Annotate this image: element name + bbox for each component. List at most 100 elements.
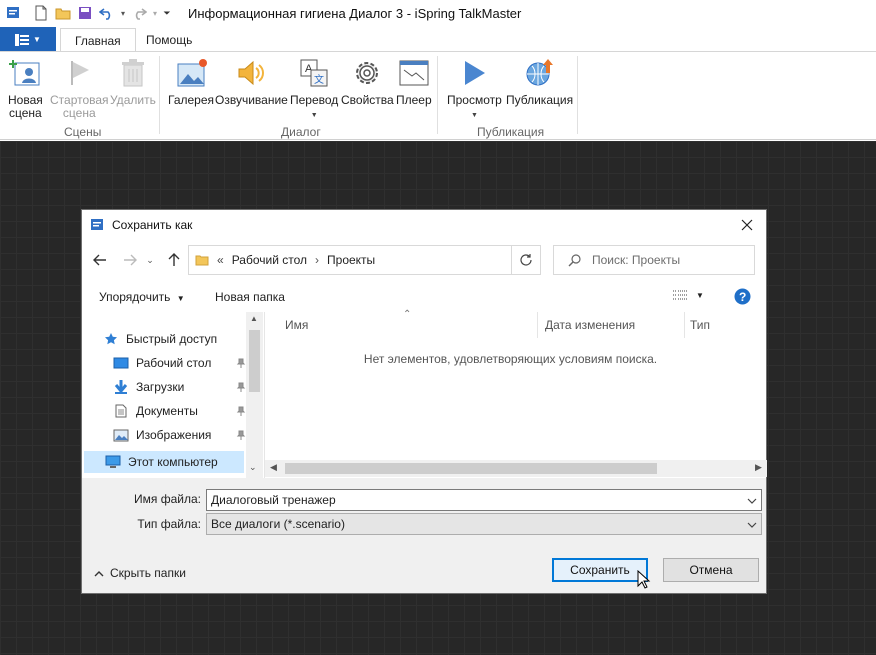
column-header-date[interactable]: Дата изменения: [545, 312, 635, 338]
save-button[interactable]: Сохранить: [552, 558, 648, 582]
up-button[interactable]: [164, 250, 184, 270]
nav-quick-access[interactable]: Быстрый доступ: [102, 328, 246, 350]
breadcrumb-separator: ›: [315, 253, 320, 267]
nav-item-label: Загрузки: [136, 380, 185, 394]
filetype-select[interactable]: Все диалоги (*.scenario): [206, 513, 762, 535]
nav-item-label: Изображения: [136, 428, 212, 442]
filename-input[interactable]: Диалоговый тренажер: [206, 489, 762, 511]
open-folder-icon[interactable]: [52, 2, 74, 24]
nav-item-pictures[interactable]: Изображения: [112, 424, 246, 446]
scroll-left-icon[interactable]: ◀: [270, 462, 277, 473]
new-scene-button[interactable]: Новая сцена: [8, 56, 43, 120]
refresh-button[interactable]: [511, 245, 541, 275]
filetype-label: Тип файла:: [137, 517, 201, 531]
ribbon-separator: [437, 56, 438, 134]
voiceover-label: Озвучивание: [215, 93, 288, 107]
translate-icon: A文: [297, 56, 331, 90]
window-title: Информационная гигиена Диалог 3 - iSprin…: [188, 5, 522, 21]
tab-help[interactable]: Помощь: [132, 28, 206, 52]
forward-button[interactable]: [120, 250, 140, 270]
start-scene-button[interactable]: Стартовая сцена: [50, 56, 109, 120]
column-header-type[interactable]: Тип: [690, 312, 710, 338]
view-options-button[interactable]: ▼: [672, 289, 704, 301]
help-button[interactable]: ?: [734, 288, 751, 308]
publish-button[interactable]: Публикация: [506, 56, 573, 107]
save-icon[interactable]: [74, 2, 96, 24]
player-label: Плеер: [396, 93, 432, 107]
breadcrumb-desktop[interactable]: Рабочий стол: [232, 253, 307, 267]
group-label-scenes: Сцены: [64, 125, 102, 139]
new-folder-button[interactable]: Новая папка: [215, 290, 285, 304]
breadcrumb-projects[interactable]: Проекты: [327, 253, 375, 267]
properties-label: Свойства: [341, 93, 394, 107]
nav-this-pc[interactable]: Этот компьютер: [84, 451, 244, 473]
voiceover-button[interactable]: Озвучивание: [215, 56, 288, 107]
file-list: ⌃ Имя Дата изменения Тип Нет элементов, …: [264, 309, 767, 478]
new-file-icon[interactable]: [30, 2, 52, 24]
nav-quick-access-label: Быстрый доступ: [126, 332, 218, 346]
chevron-down-icon[interactable]: [747, 493, 757, 507]
start-scene-label-2: сцена: [62, 106, 96, 120]
scrollbar-thumb[interactable]: [285, 463, 657, 474]
address-bar[interactable]: « Рабочий стол › Проекты: [188, 245, 601, 275]
pin-icon[interactable]: [236, 429, 246, 443]
quick-access-toolbar: ▾ ▾ ⏷: [0, 0, 174, 26]
scrollbar-thumb[interactable]: [249, 330, 260, 392]
help-icon: ?: [734, 288, 751, 305]
pin-icon[interactable]: [236, 381, 246, 395]
preview-button[interactable]: Просмотр ▼: [447, 56, 502, 122]
redo-icon[interactable]: [128, 2, 150, 24]
address-overflow[interactable]: «: [217, 253, 224, 267]
search-placeholder: Поиск: Проекты: [592, 253, 681, 267]
player-button[interactable]: Плеер: [396, 56, 432, 107]
file-fields: Имя файла: Диалоговый тренажер Тип файла…: [82, 478, 766, 538]
translate-button[interactable]: A文 Перевод ▼: [290, 56, 338, 122]
new-scene-icon: [8, 56, 42, 90]
undo-dropdown-icon[interactable]: ▾: [118, 2, 128, 24]
dialog-title-bar: Сохранить как: [82, 210, 766, 240]
column-divider[interactable]: [684, 312, 685, 338]
nav-item-documents[interactable]: Документы: [112, 400, 246, 422]
group-label-dialog: Диалог: [281, 125, 321, 139]
chevron-down-icon: ▼: [176, 294, 185, 303]
app-icon[interactable]: [2, 2, 24, 24]
chevron-down-icon: ▼: [310, 112, 318, 119]
back-button[interactable]: [90, 250, 110, 270]
ribbon: Новая сцена Стартовая сцена Удалить Сцен…: [0, 51, 876, 140]
scroll-up-icon[interactable]: ▲: [250, 314, 258, 323]
undo-icon[interactable]: [96, 2, 118, 24]
file-menu-icon: [15, 33, 30, 46]
properties-button[interactable]: Свойства: [341, 56, 394, 107]
filetype-value: Все диалоги (*.scenario): [211, 517, 345, 531]
hide-folders-toggle[interactable]: Скрыть папки: [94, 566, 186, 580]
preview-label: Просмотр: [447, 93, 502, 107]
file-menu-button[interactable]: ▼: [0, 27, 56, 52]
column-header-name[interactable]: Имя: [285, 312, 308, 338]
empty-message: Нет элементов, удовлетворяющих условиям …: [363, 352, 658, 366]
cancel-button[interactable]: Отмена: [663, 558, 759, 582]
column-divider[interactable]: [537, 312, 538, 338]
nav-scrollbar[interactable]: ▲ ⌄: [246, 312, 263, 478]
recent-locations-button[interactable]: ⌄: [144, 250, 156, 270]
scroll-down-icon[interactable]: ⌄: [249, 462, 257, 473]
play-icon: [457, 56, 491, 90]
organize-button[interactable]: Упорядочить ▼: [99, 290, 185, 304]
scroll-right-icon[interactable]: ▶: [755, 462, 762, 473]
pin-icon[interactable]: [236, 405, 246, 419]
file-list-scrollbar[interactable]: ◀ ▶: [265, 460, 767, 477]
customize-toolbar-icon[interactable]: ⏷: [160, 2, 174, 24]
pin-icon[interactable]: [236, 357, 246, 371]
close-button[interactable]: [736, 214, 758, 236]
gallery-button[interactable]: Галерея: [168, 56, 214, 107]
svg-text:文: 文: [314, 73, 324, 86]
tab-home[interactable]: Главная: [60, 28, 136, 52]
title-bar: ▾ ▾ ⏷ Информационная гигиена Диалог 3 - …: [0, 0, 876, 26]
flag-icon: [62, 56, 96, 90]
delete-button[interactable]: Удалить: [110, 56, 156, 107]
nav-item-desktop[interactable]: Рабочий стол: [112, 352, 246, 374]
search-box[interactable]: Поиск: Проекты: [553, 245, 755, 275]
nav-item-downloads[interactable]: Загрузки: [112, 376, 246, 398]
redo-dropdown-icon[interactable]: ▾: [150, 2, 160, 24]
translate-label: Перевод: [290, 93, 339, 107]
trash-icon: [116, 56, 150, 90]
